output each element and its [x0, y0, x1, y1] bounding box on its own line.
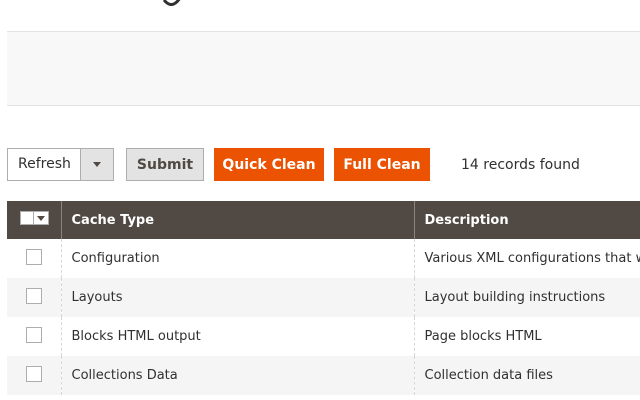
mass-action-header: [7, 201, 62, 239]
grid-toolbar: Refresh Submit Quick Clean Full Clean 14…: [7, 148, 580, 181]
caret-down-icon-shape: [36, 215, 45, 221]
chevron-down-icon-shape: [93, 161, 101, 167]
row-checkbox[interactable]: [25, 326, 42, 343]
message-panel: [7, 31, 640, 106]
table-row[interactable]: Layouts Layout building instructions: [7, 278, 640, 317]
row-checkbox-cell: [7, 239, 62, 278]
quick-clean-button[interactable]: Quick Clean: [214, 148, 324, 181]
row-checkbox-cell: [7, 356, 62, 395]
cache-type-cell: Configuration: [61, 239, 415, 278]
row-checkbox[interactable]: [25, 365, 42, 382]
mass-action-control[interactable]: [19, 211, 49, 225]
row-checkbox-cell: [7, 317, 62, 356]
grid-header-row: Cache Type Description: [7, 201, 640, 239]
cache-type-cell: Blocks HTML output: [61, 317, 415, 356]
column-header-cache-type[interactable]: Cache Type: [61, 201, 415, 239]
description-cell: Collection data files: [414, 356, 640, 395]
table-row[interactable]: Collections Data Collection data files: [7, 356, 640, 395]
table-row[interactable]: Blocks HTML output Page blocks HTML: [7, 317, 640, 356]
description-cell: Various XML configurations that were: [414, 239, 640, 278]
chevron-down-icon[interactable]: [80, 149, 113, 180]
cache-type-cell: Layouts: [61, 278, 415, 317]
cache-type-cell: Collections Data: [61, 356, 415, 395]
page-title-clipped: [0, 0, 640, 8]
records-found-count: 14 records found: [461, 156, 580, 173]
submit-button[interactable]: Submit: [126, 148, 204, 181]
column-header-description[interactable]: Description: [414, 201, 640, 239]
cache-grid: Cache Type Description Configuration Var…: [7, 201, 640, 395]
cache-action-select-value: Refresh: [18, 156, 71, 172]
table-row[interactable]: Configuration Various XML configurations…: [7, 239, 640, 278]
description-cell: Layout building instructions: [414, 278, 640, 317]
cache-management-page: Refresh Submit Quick Clean Full Clean 14…: [0, 0, 640, 400]
page-title-fragment: [162, 0, 181, 6]
description-cell: Page blocks HTML: [414, 317, 640, 356]
caret-down-icon[interactable]: [33, 211, 49, 225]
row-checkbox-cell: [7, 278, 62, 317]
select-all-checkbox[interactable]: [19, 211, 34, 225]
row-checkbox[interactable]: [25, 287, 42, 304]
row-checkbox[interactable]: [25, 248, 42, 265]
full-clean-button[interactable]: Full Clean: [334, 148, 430, 181]
cache-action-select[interactable]: Refresh: [7, 148, 114, 181]
